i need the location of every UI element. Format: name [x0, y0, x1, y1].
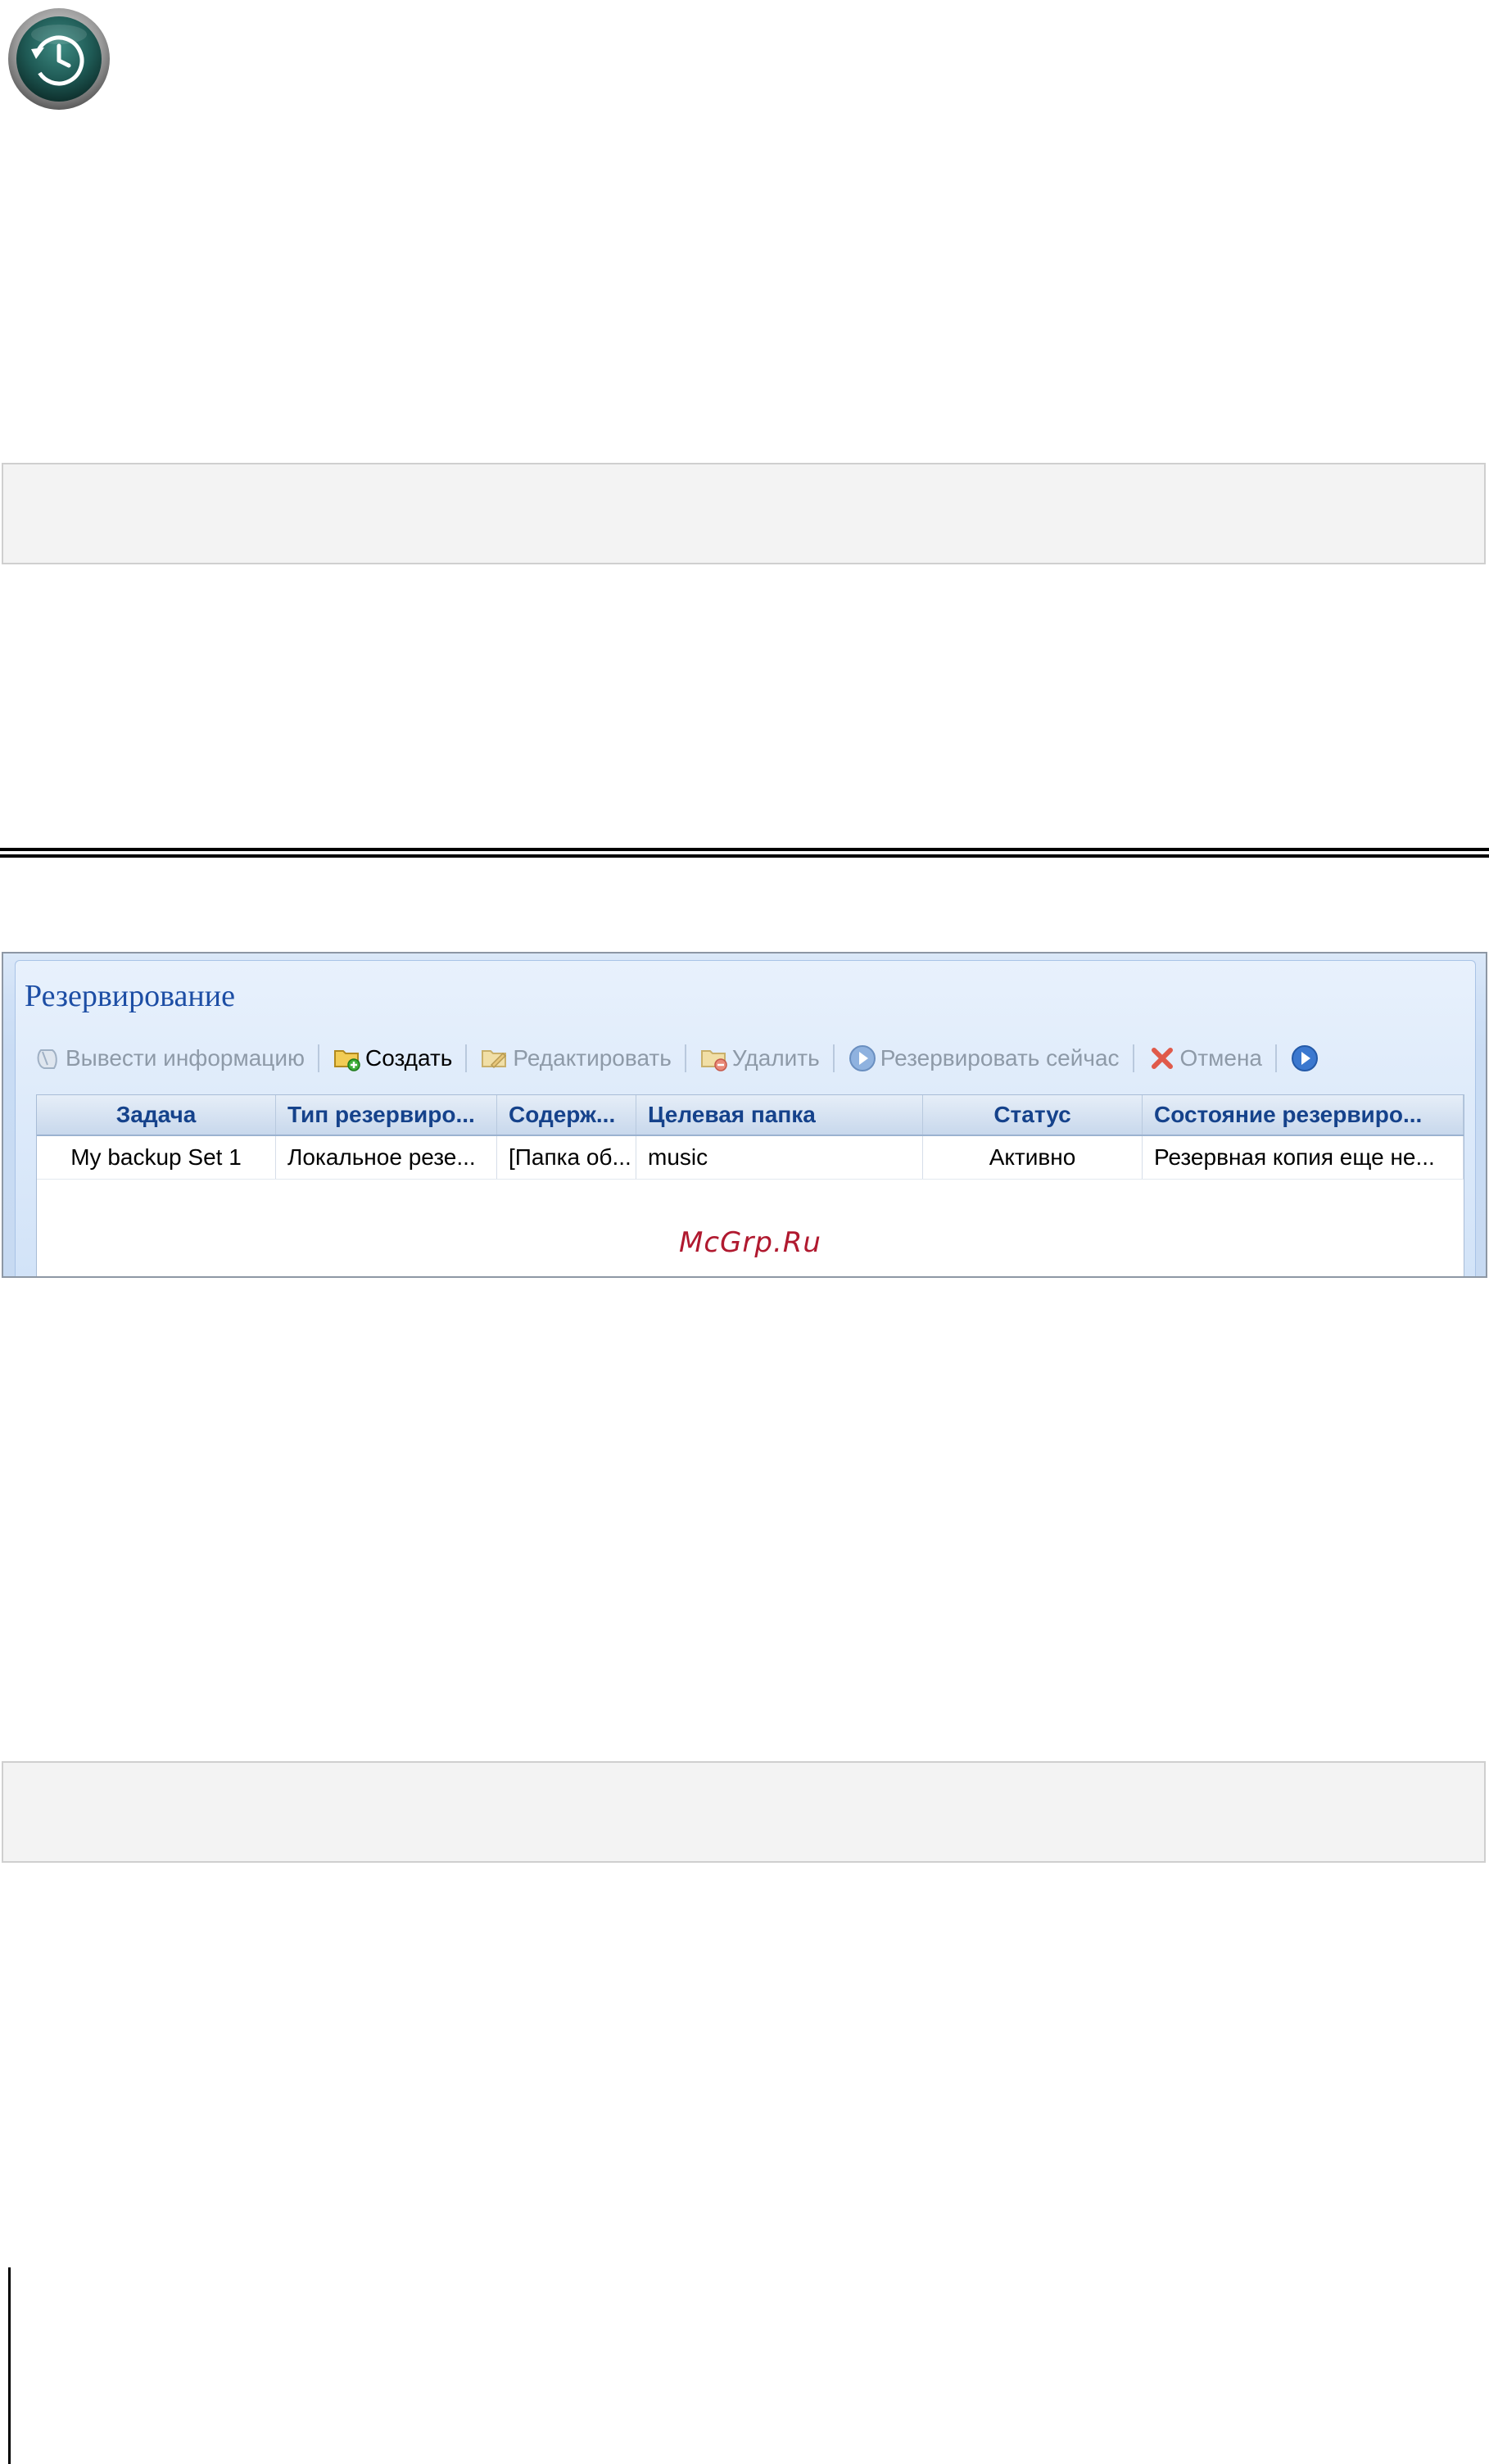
close-icon — [1151, 1048, 1173, 1069]
note-box — [2, 463, 1486, 564]
table-header: Задача Тип резервиро... Содерж... Целева… — [37, 1095, 1464, 1136]
cell-target-folder: music — [636, 1136, 923, 1179]
cell-content: [Папка об... — [497, 1136, 636, 1179]
delete-button[interactable]: Удалить — [695, 1039, 825, 1078]
note-box — [2, 1761, 1486, 1863]
table-row[interactable]: My backup Set 1 Локальное резе... [Папка… — [37, 1136, 1464, 1180]
info-button-label: Вывести информацию — [66, 1045, 305, 1071]
toolbar-separator — [317, 1044, 319, 1072]
edit-button[interactable]: Редактировать — [475, 1039, 676, 1078]
backup-now-button-label: Резервировать сейчас — [880, 1045, 1120, 1071]
cell-backup-type: Локальное резе... — [276, 1136, 497, 1179]
info-icon — [37, 1049, 57, 1069]
column-header-backup-state[interactable]: Состояние резервиро... — [1143, 1095, 1464, 1135]
play-circle-icon — [1292, 1045, 1318, 1071]
create-button-label: Создать — [364, 1045, 453, 1071]
cell-task: My backup Set 1 — [37, 1136, 276, 1179]
toolbar-separator — [832, 1044, 835, 1072]
folder-add-icon — [333, 1050, 360, 1071]
column-header-backup-type[interactable]: Тип резервиро... — [276, 1095, 497, 1135]
backup-toolbar: Вывести информацию Создать Редактировать — [28, 1035, 1468, 1081]
folder-edit-icon — [482, 1050, 507, 1069]
cancel-button[interactable]: Отмена — [1143, 1039, 1267, 1078]
column-header-status[interactable]: Статус — [923, 1095, 1143, 1135]
time-machine-logo-icon — [8, 8, 110, 110]
delete-button-label: Удалить — [731, 1045, 820, 1071]
create-button[interactable]: Создать — [328, 1039, 457, 1078]
cell-status: Активно — [923, 1136, 1143, 1179]
column-header-target-folder[interactable]: Целевая папка — [636, 1095, 923, 1135]
toolbar-separator — [684, 1044, 686, 1072]
edit-button-label: Редактировать — [513, 1045, 672, 1071]
toolbar-separator — [1132, 1044, 1134, 1072]
margin-line — [8, 2267, 11, 2464]
toolbar-separator — [1275, 1044, 1277, 1072]
play-circle-icon — [849, 1045, 876, 1071]
watermark: McGrp.Ru — [679, 1226, 821, 1259]
folder-delete-icon — [700, 1050, 727, 1071]
info-button[interactable]: Вывести информацию — [28, 1039, 310, 1078]
section-divider — [0, 848, 1489, 858]
panel-title: Резервирование — [25, 979, 235, 1013]
backup-panel: Резервирование Вывести информацию Создат… — [2, 952, 1487, 1278]
backup-now-button[interactable]: Резервировать сейчас — [843, 1039, 1125, 1078]
cell-backup-state: Резервная копия еще не... — [1143, 1136, 1464, 1179]
column-header-content[interactable]: Содерж... — [497, 1095, 636, 1135]
toolbar-separator — [465, 1044, 468, 1072]
backup-tasks-table: Задача Тип резервиро... Содерж... Целева… — [36, 1094, 1464, 1276]
cancel-button-label: Отмена — [1179, 1045, 1262, 1071]
toolbar-overflow-button[interactable] — [1285, 1039, 1328, 1078]
column-header-task[interactable]: Задача — [37, 1095, 276, 1135]
